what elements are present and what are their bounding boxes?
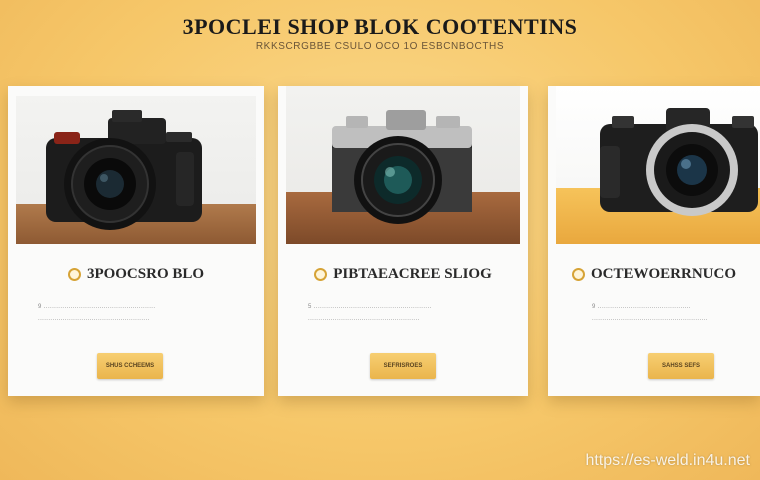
text-line: 5 ......................................… [308, 304, 432, 310]
card-button-2[interactable]: SEFRISROES [370, 353, 436, 379]
product-card-3[interactable]: OCTEWOERRNUCO 9 ........................… [548, 86, 760, 396]
card-text-2: 5 ......................................… [308, 301, 498, 325]
dslr-camera-image [46, 110, 202, 230]
mirrorless-camera-image [600, 108, 758, 216]
text-line: 9 ......................................… [592, 304, 691, 310]
text-line: ........................................… [308, 316, 420, 322]
watermark-url: https://es-weld.in4u.net [585, 452, 750, 469]
card-header-2: PIBTAEACREE SLIOG [278, 262, 528, 286]
page-subtitle: RKKSCRGBBE CSULO OCO 1O ESBCNBOCTHS [255, 41, 505, 52]
card-header-1: 3POOCSRO BLO [8, 262, 264, 286]
badge-icon [314, 267, 328, 281]
card-header-3: OCTEWOERRNUCO [548, 262, 760, 286]
badge-icon [571, 267, 585, 281]
card-title-1: 3POOCSRO BLO [86, 265, 205, 282]
camera-photo-2 [286, 86, 520, 244]
card-title-2: PIBTAEACREE SLIOG [333, 265, 492, 282]
camera-photo-3 [556, 86, 760, 244]
text-line: ........................................… [592, 316, 708, 322]
card-button-1[interactable]: SHUS CCHEEMS [97, 353, 163, 379]
card-text-3: 9 ......................................… [592, 301, 754, 325]
text-line: ........................................… [38, 316, 150, 322]
card-title-3: OCTEWOERRNUCO [590, 265, 736, 282]
camera-photo-1 [16, 96, 256, 244]
badge-icon [67, 267, 81, 281]
product-card-1[interactable]: 3POOCSRO BLO 9 .........................… [8, 86, 264, 396]
rangefinder-camera-image [332, 110, 472, 224]
page-title: 3POCLEI SHOP BLOK COOTENTINS [182, 14, 578, 39]
card-button-3[interactable]: SAHSS SEFS [648, 353, 714, 379]
card-text-1: 9 ......................................… [38, 301, 234, 325]
product-card-2[interactable]: PIBTAEACREE SLIOG 5 ....................… [278, 86, 528, 396]
text-line: 9 ......................................… [38, 304, 156, 310]
